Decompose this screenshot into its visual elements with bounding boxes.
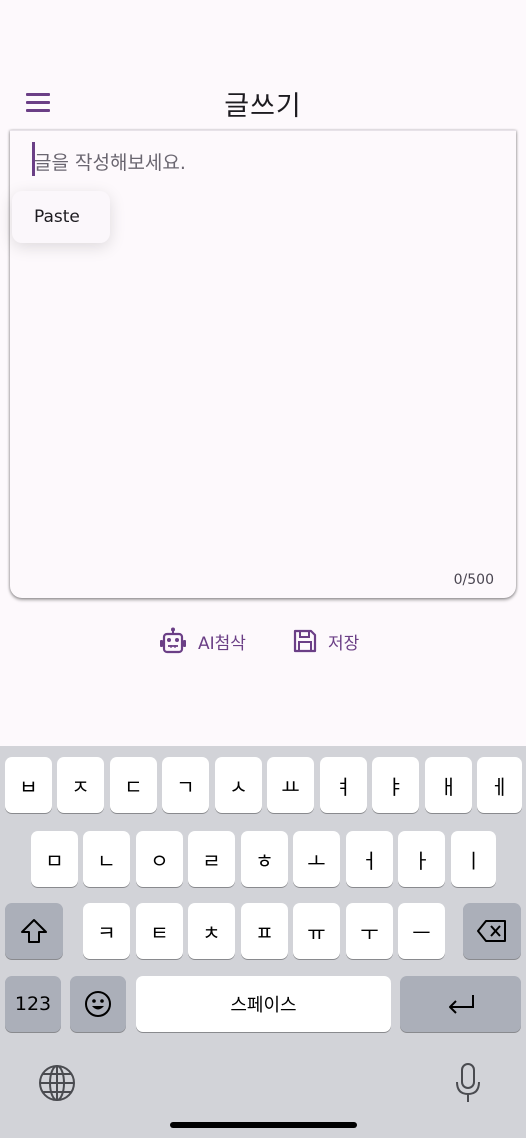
emoji-icon [85,991,111,1017]
key[interactable]: ㅁ [31,831,78,887]
microphone-icon[interactable] [452,1062,484,1108]
key[interactable]: ㅍ [241,903,288,959]
key[interactable]: ㅠ [293,903,340,959]
ai-review-label: AI첨삭 [198,633,246,654]
key[interactable]: ㅐ [425,757,472,813]
save-label: 저장 [328,633,360,654]
key[interactable]: ㅏ [398,831,445,887]
key[interactable]: ㅕ [320,757,367,813]
key[interactable]: ㅓ [346,831,393,887]
key[interactable]: ㅛ [267,757,314,813]
key[interactable]: ㅋ [83,903,130,959]
emoji-key[interactable] [70,976,126,1032]
shift-icon [21,919,47,943]
return-key[interactable] [400,976,521,1032]
character-counter: 0/500 [453,572,494,588]
save-button[interactable]: 저장 [292,624,359,658]
key[interactable]: ㅂ [5,757,52,813]
floppy-disk-icon [293,629,317,653]
key[interactable]: ㅈ [57,757,104,813]
key[interactable]: ㅎ [241,831,288,887]
key[interactable]: ㄹ [188,831,235,887]
return-icon [448,995,474,1014]
app-bar: 글쓰기 [0,72,526,130]
key[interactable]: ㄷ [110,757,157,813]
action-bar: AI첨삭 저장 [0,624,526,658]
text-editor[interactable]: 글을 작성해보세요. Paste 0/500 [10,130,516,598]
key[interactable]: ㅗ [293,831,340,887]
numbers-key[interactable]: 123 [5,976,61,1032]
key[interactable]: ㅡ [398,903,445,959]
globe-icon[interactable] [38,1064,76,1106]
key[interactable]: ㅜ [346,903,393,959]
backspace-icon [477,920,506,942]
key[interactable]: ㅔ [477,757,522,813]
korean-keyboard: ㅂ ㅈ ㄷ ㄱ ㅅ ㅛ ㅕ ㅑ ㅐ ㅔ ㅁ ㄴ ㅇ ㄹ ㅎ ㅗ ㅓ ㅏ ㅣ ㅋ … [0,746,526,1138]
backspace-key[interactable] [463,903,521,959]
home-indicator [170,1122,357,1128]
key[interactable]: ㅅ [215,757,262,813]
paste-menu-item[interactable]: Paste [12,191,110,243]
key[interactable]: ㅌ [136,903,183,959]
key[interactable]: ㅑ [372,757,419,813]
key[interactable]: ㄴ [83,831,130,887]
page-title: 글쓰기 [224,91,302,122]
key[interactable]: ㅊ [188,903,235,959]
ai-review-button[interactable]: AI첨삭 [158,624,246,658]
key[interactable]: ㅇ [136,831,183,887]
editor-placeholder: 글을 작성해보세요. [34,152,186,174]
key[interactable]: ㄱ [162,757,209,813]
key[interactable]: ㅣ [451,831,496,887]
space-key[interactable]: 스페이스 [136,976,391,1032]
shift-key[interactable] [5,903,63,959]
robot-icon [160,627,186,654]
